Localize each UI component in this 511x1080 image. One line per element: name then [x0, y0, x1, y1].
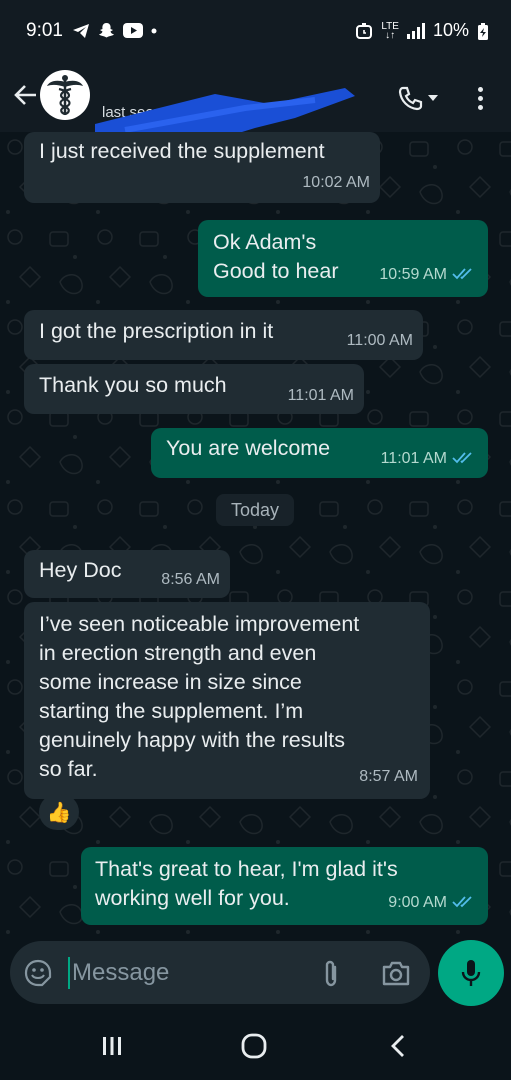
message-time: 11:01 AM — [381, 444, 474, 474]
message-text-line: starting the supplement. I’m — [39, 699, 304, 723]
date-separator: Today — [216, 494, 294, 526]
back-icon — [391, 1035, 404, 1057]
message-outgoing[interactable]: You are welcome 11:01 AM — [151, 428, 488, 478]
message-text-line: some increase in size since — [39, 670, 302, 694]
snapchat-icon — [99, 23, 114, 38]
battery-charging-icon — [478, 22, 488, 40]
message-time: 8:57 AM — [359, 767, 418, 785]
message-text: Thank you so much — [39, 373, 227, 397]
message-time: 10:02 AM — [302, 173, 370, 191]
home-button[interactable] — [240, 1032, 268, 1060]
caduceus-avatar — [47, 75, 83, 116]
message-time: 9:00 AM — [388, 888, 474, 918]
message-incoming[interactable]: I just received the supplement 10:02 AM — [24, 132, 380, 203]
read-ticks-icon — [452, 896, 472, 908]
message-incoming[interactable]: I’ve seen noticeable improvement in erec… — [24, 602, 430, 799]
system-nav-bar — [0, 1010, 511, 1080]
message-text-line: That's great to hear, I'm glad it's — [95, 857, 398, 881]
signal-icon — [406, 22, 425, 39]
phone-icon — [398, 86, 423, 111]
battery-level: 10% — [432, 20, 469, 40]
message-time: 8:56 AM — [161, 570, 220, 588]
message-text: I got the prescription in it — [39, 319, 274, 343]
message-text-line: Ok Adam's — [213, 230, 317, 254]
voice-message-button[interactable] — [438, 940, 504, 1006]
message-text-line: I’ve seen noticeable improvement — [39, 612, 360, 636]
thumbs-up-reaction[interactable]: 👍 — [39, 794, 79, 830]
message-time: 10:59 AM — [379, 260, 474, 290]
read-ticks-icon — [452, 452, 472, 464]
more-vert-icon[interactable] — [468, 80, 492, 116]
message-text: Hey Doc — [39, 558, 122, 582]
message-text-line: in erection strength and even — [39, 641, 317, 665]
back-arrow-icon — [14, 85, 36, 105]
recent-apps-button[interactable] — [100, 1032, 124, 1060]
notification-icons — [72, 22, 157, 39]
back-button[interactable] — [10, 80, 40, 110]
message-text: You are welcome — [166, 436, 331, 460]
chevron-down-icon — [428, 95, 438, 101]
chat-header: last seen today at 8:58 AM — [0, 62, 511, 148]
message-outgoing[interactable]: That's great to hear, I'm glad it's work… — [81, 847, 488, 925]
contact-avatar[interactable] — [40, 70, 90, 120]
home-icon — [241, 1033, 267, 1059]
message-time: 11:00 AM — [346, 331, 413, 349]
message-incoming[interactable]: I got the prescription in it 11:00 AM — [24, 310, 423, 360]
youtube-icon — [123, 23, 143, 38]
camera-icon[interactable] — [381, 959, 411, 987]
message-incoming[interactable]: Thank you so much 11:01 AM — [24, 364, 364, 414]
message-composer — [10, 941, 430, 1004]
network-type: LTE ↓↑ — [381, 20, 399, 41]
message-incoming[interactable]: Hey Doc 8:56 AM — [24, 550, 230, 598]
microphone-icon — [461, 960, 481, 986]
status-time: 9:01 — [26, 20, 63, 41]
attach-icon[interactable] — [320, 959, 342, 989]
recent-apps-icon — [103, 1037, 121, 1055]
telegram-icon — [73, 23, 89, 38]
read-ticks-icon — [452, 268, 472, 280]
status-bar: 9:01 LTE ↓↑ 10% — [0, 0, 511, 62]
message-text-line: Good to hear — [213, 259, 339, 283]
back-nav-button[interactable] — [386, 1032, 410, 1060]
message-time: 11:01 AM — [287, 386, 354, 404]
sticker-emoji-icon[interactable] — [24, 959, 52, 987]
voice-call-button[interactable] — [397, 82, 443, 114]
message-text-line: working well for you. — [95, 886, 290, 910]
dot-icon — [151, 28, 157, 33]
message-text-line: genuinely happy with the results — [39, 728, 345, 752]
message-input[interactable] — [68, 957, 298, 989]
message-outgoing[interactable]: Ok Adam's Good to hear 10:59 AM — [198, 220, 488, 297]
system-icons: LTE ↓↑ 10% — [355, 20, 489, 41]
alarm-icon — [356, 22, 373, 39]
message-text: I just received the supplement — [39, 139, 325, 163]
message-text-line: so far. — [39, 757, 98, 781]
conversation[interactable]: I just received the supplement 10:02 AM … — [0, 132, 511, 940]
